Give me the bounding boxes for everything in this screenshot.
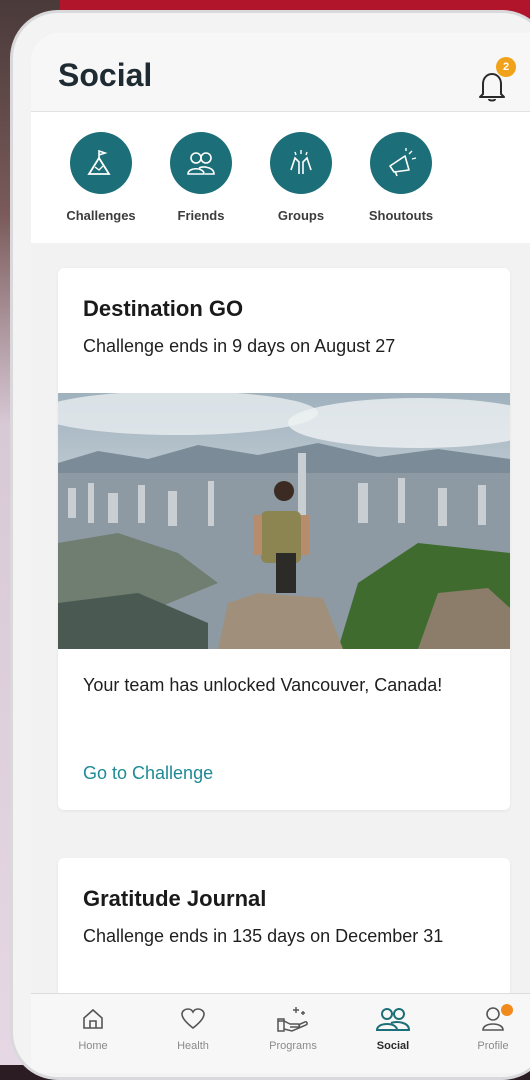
tab-profile-label: Profile [477,1040,509,1052]
phone-frame: Social 2 Challenges Friends Groups Shout… [10,10,530,1080]
app-header: Social 2 [31,33,530,112]
tab-social-label: Social [376,1040,410,1052]
tab-programs-label: Programs [269,1040,317,1052]
tab-health[interactable]: Health [153,1004,233,1052]
page-title: Social [58,57,153,93]
megaphone-icon [370,132,432,194]
tab-home[interactable]: Home [53,1004,133,1052]
card-subtitle: Challenge ends in 135 days on December 3… [83,926,444,946]
tab-health-label: Health [177,1040,209,1052]
person-icon [453,1004,530,1034]
heart-icon [153,1004,233,1034]
groups-button[interactable]: Groups [253,132,349,223]
home-icon [53,1004,133,1034]
profile-notification-dot [501,1004,513,1016]
tab-social[interactable]: Social [353,1004,433,1052]
tab-home-label: Home [78,1040,108,1052]
challenges-button[interactable]: Challenges [53,132,149,223]
shoutouts-button[interactable]: Shoutouts [353,132,449,223]
hand-sparkle-icon [253,1004,333,1034]
card-title: Gratitude Journal [83,886,267,911]
quick-actions-bar: Challenges Friends Groups Shoutouts [31,112,530,243]
card-subtitle: Challenge ends in 9 days on August 27 [83,336,396,356]
challenge-hero-image [58,393,510,649]
tab-profile[interactable]: Profile [453,1004,530,1052]
people-icon [353,1004,433,1034]
shoutouts-label: Shoutouts [368,208,434,223]
card-title: Destination GO [83,296,244,321]
app-screen: Social 2 Challenges Friends Groups Shout… [31,33,530,1073]
friends-button[interactable]: Friends [153,132,249,223]
challenge-feed: Destination GO Challenge ends in 9 days … [31,243,530,1038]
friends-icon [170,132,232,194]
challenges-label: Challenges [66,208,136,223]
bottom-tab-bar: Home Health Programs Social Profile [31,993,530,1073]
challenge-card-destination-go[interactable]: Destination GO Challenge ends in 9 days … [58,268,510,810]
friends-label: Friends [177,208,225,223]
card-body-text: Your team has unlocked Vancouver, Canada… [83,675,443,695]
go-to-challenge-link[interactable]: Go to Challenge [83,763,213,784]
high-five-icon [270,132,332,194]
mountain-flag-icon [70,132,132,194]
tab-programs[interactable]: Programs [253,1004,333,1052]
notification-badge: 2 [496,57,516,77]
groups-label: Groups [277,208,325,223]
